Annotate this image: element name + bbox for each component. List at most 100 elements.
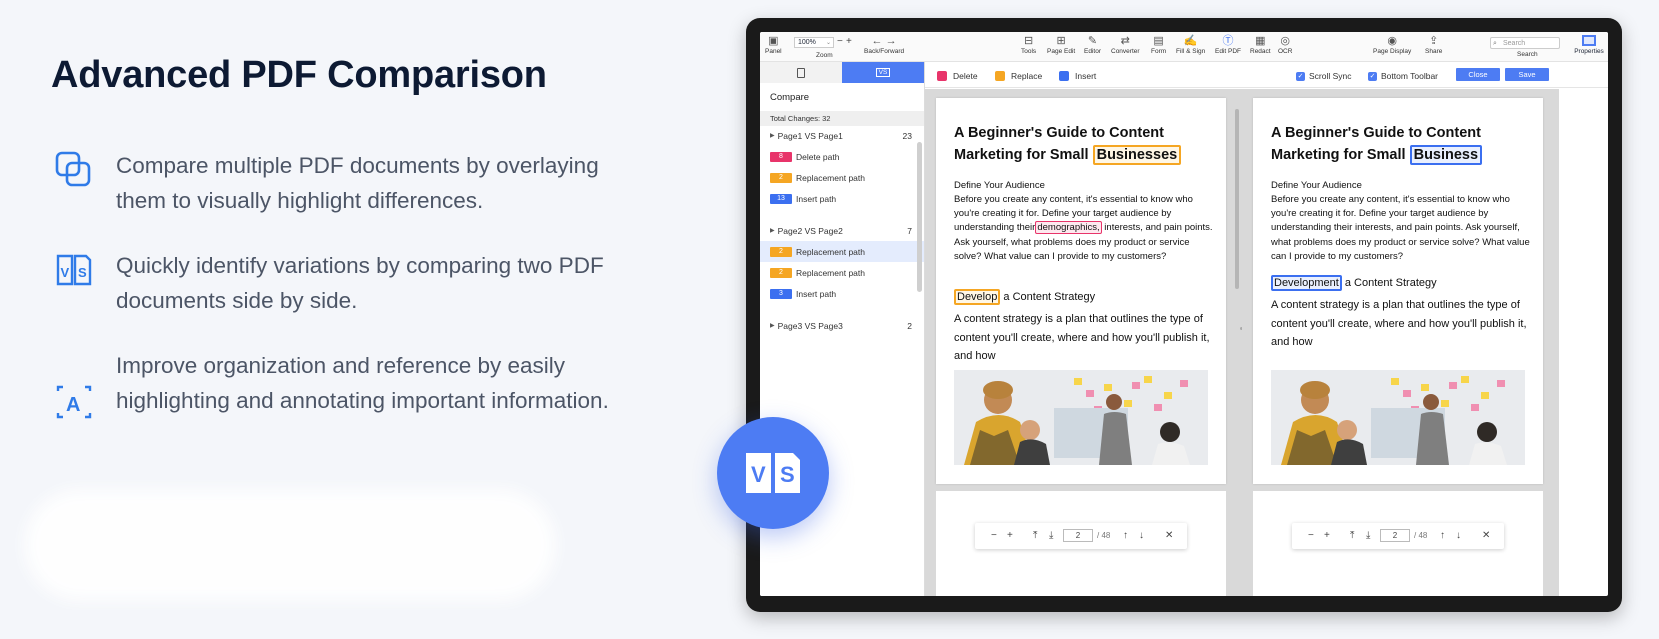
change-item[interactable]: 3 Insert path: [760, 283, 924, 304]
ocr-button[interactable]: ◎ OCR: [1278, 35, 1292, 55]
group-page1-header[interactable]: ▶ Page1 VS Page1 23: [760, 126, 924, 146]
first-page-icon[interactable]: ⤒: [1350, 530, 1354, 541]
converter-button[interactable]: ⇄ Converter: [1111, 35, 1140, 55]
zoom-in-icon[interactable]: +: [1007, 530, 1013, 541]
hero-title: Advanced PDF Comparison: [51, 54, 547, 96]
toolbox-icon: ⊟: [1023, 35, 1034, 47]
prev-page-icon[interactable]: ↑: [1123, 530, 1128, 541]
search-icon: ⌕: [1493, 40, 1497, 47]
feature-overlay: Compare multiple PDF documents by overla…: [54, 148, 599, 213]
photo-illustration: [1271, 370, 1525, 465]
left-doc-heading2-rest: a Content Strategy: [1000, 291, 1096, 303]
next-page-icon[interactable]: ↓: [1456, 530, 1461, 541]
blurred-watermark: [25, 490, 555, 600]
right-document-pane[interactable]: A Beginner's Guide to Content Marketing …: [1242, 89, 1559, 596]
editor-button[interactable]: ✎ Editor: [1084, 35, 1101, 55]
legend-insert: Insert: [1059, 71, 1096, 81]
feature-side-by-side: V S Quickly identify variations by compa…: [54, 248, 604, 313]
caret-right-icon: ▶: [770, 323, 775, 329]
change-item[interactable]: 2 Replacement path: [760, 167, 924, 188]
change-item[interactable]: 8 Delete path: [760, 146, 924, 167]
left-pane-scrollbar[interactable]: [1235, 109, 1239, 289]
zoom-in-icon[interactable]: +: [1324, 530, 1330, 541]
search-label: Search: [1517, 51, 1538, 58]
legend-delete-label: Delete: [953, 71, 978, 81]
close-button[interactable]: Close: [1456, 68, 1500, 81]
zoom-select[interactable]: 100% ⌄: [794, 37, 834, 48]
left-document-pane[interactable]: A Beginner's Guide to Content Marketing …: [925, 89, 1242, 596]
main-toolbar: ▣ Panel 100% ⌄ − + Zoom ← → Back/Forward…: [760, 32, 1608, 62]
bottom-toolbar-checkbox[interactable]: ✓ Bottom Toolbar: [1368, 71, 1438, 81]
delete-highlight[interactable]: demographics,: [1035, 221, 1102, 235]
fill-sign-button[interactable]: ✍ Fill & Sign: [1176, 35, 1205, 55]
back-forward-arrows-icon: ← →: [871, 35, 897, 47]
replace-highlight[interactable]: Businesses: [1092, 145, 1182, 165]
tools-button[interactable]: ⊟ Tools: [1021, 35, 1036, 55]
legend-replace-label: Replace: [1011, 71, 1043, 81]
page-number-input[interactable]: 2: [1063, 529, 1093, 542]
change-item[interactable]: 2 Replacement path: [760, 262, 924, 283]
close-icon[interactable]: ✕: [1165, 530, 1173, 541]
page-number-input[interactable]: 2: [1380, 529, 1410, 542]
tab-document[interactable]: [760, 62, 842, 83]
legend-delete: Delete: [937, 71, 978, 81]
eye-icon: ◉: [1387, 35, 1397, 47]
scroll-sync-checkbox[interactable]: ✓ Scroll Sync: [1296, 71, 1352, 81]
page-edit-button[interactable]: ⊞ Page Edit: [1047, 35, 1075, 55]
zoom-value: 100%: [798, 39, 816, 46]
close-icon[interactable]: ✕: [1482, 530, 1490, 541]
insert-highlight[interactable]: Development: [1271, 275, 1342, 291]
editor-label: Editor: [1084, 48, 1101, 55]
group-page1-count: 23: [902, 131, 912, 141]
svg-text:S: S: [78, 265, 87, 280]
zoom-in-button[interactable]: +: [846, 36, 852, 47]
right-doc-body: Before you create any content, it's esse…: [1271, 194, 1530, 262]
share-label: Share: [1425, 48, 1443, 55]
edit-pdf-button[interactable]: Ⓣ Edit PDF: [1215, 35, 1241, 55]
panel-button[interactable]: ▣ Panel: [765, 35, 782, 55]
back-forward-button[interactable]: ← → Back/Forward: [864, 35, 904, 55]
next-page-icon[interactable]: ↓: [1139, 530, 1144, 541]
properties-icon: [1582, 35, 1596, 46]
tab-vs[interactable]: VS: [842, 62, 924, 83]
form-button[interactable]: ▤ Form: [1151, 35, 1166, 55]
zoom-out-icon[interactable]: −: [991, 530, 997, 541]
team-meeting-photo: [1271, 370, 1525, 465]
replace-highlight[interactable]: Develop: [954, 289, 1001, 305]
last-page-icon[interactable]: ⤓: [1366, 530, 1370, 541]
redact-button[interactable]: ▦ Redact: [1250, 35, 1271, 55]
sidebar-scrollbar[interactable]: [917, 142, 922, 292]
share-button[interactable]: ⇪ Share: [1425, 35, 1442, 55]
replace-swatch: [995, 71, 1005, 81]
zoom-out-icon[interactable]: −: [1308, 530, 1314, 541]
change-chip: 8: [770, 151, 792, 162]
group-page2-header[interactable]: ▶ Page2 VS Page2 7: [760, 221, 924, 241]
properties-button[interactable]: Properties: [1571, 35, 1607, 61]
right-doc-subheading: Define Your Audience: [1271, 180, 1362, 191]
insert-highlight[interactable]: Business: [1409, 145, 1483, 165]
change-chip: 3: [770, 288, 792, 299]
group-page1: ▶ Page1 VS Page1 23 8 Delete path 2 Repl…: [760, 126, 924, 209]
zoom-out-button[interactable]: −: [837, 36, 843, 47]
save-button[interactable]: Save: [1505, 68, 1549, 81]
form-label: Form: [1151, 48, 1167, 55]
last-page-icon[interactable]: ⤓: [1049, 530, 1053, 541]
group-page3-header[interactable]: ▶ Page3 VS Page3 2: [760, 316, 924, 336]
right-page: A Beginner's Guide to Content Marketing …: [1253, 98, 1543, 484]
page-display-button[interactable]: ◉ Page Display: [1373, 35, 1411, 55]
search-input[interactable]: ⌕ Search: [1490, 37, 1560, 49]
feature-annotate-text: Improve organization and reference by ea…: [116, 353, 609, 413]
caret-right-icon: ▶: [770, 228, 775, 234]
change-item[interactable]: 13 Insert path: [760, 188, 924, 209]
svg-text:V: V: [751, 462, 766, 487]
ocr-icon: ◎: [1280, 35, 1291, 47]
team-meeting-photo: [954, 370, 1208, 465]
right-doc-heading2-rest: a Content Strategy: [1341, 277, 1437, 289]
first-page-icon[interactable]: ⤒: [1033, 530, 1037, 541]
group-page3: ▶ Page3 VS Page3 2: [760, 316, 924, 336]
change-item-selected[interactable]: 2 Replacement path: [760, 241, 924, 262]
group-page3-title: Page3 VS Page3: [777, 321, 843, 331]
delete-swatch: [937, 71, 947, 81]
feature-overlay-text: Compare multiple PDF documents by overla…: [116, 153, 599, 213]
prev-page-icon[interactable]: ↑: [1440, 530, 1445, 541]
